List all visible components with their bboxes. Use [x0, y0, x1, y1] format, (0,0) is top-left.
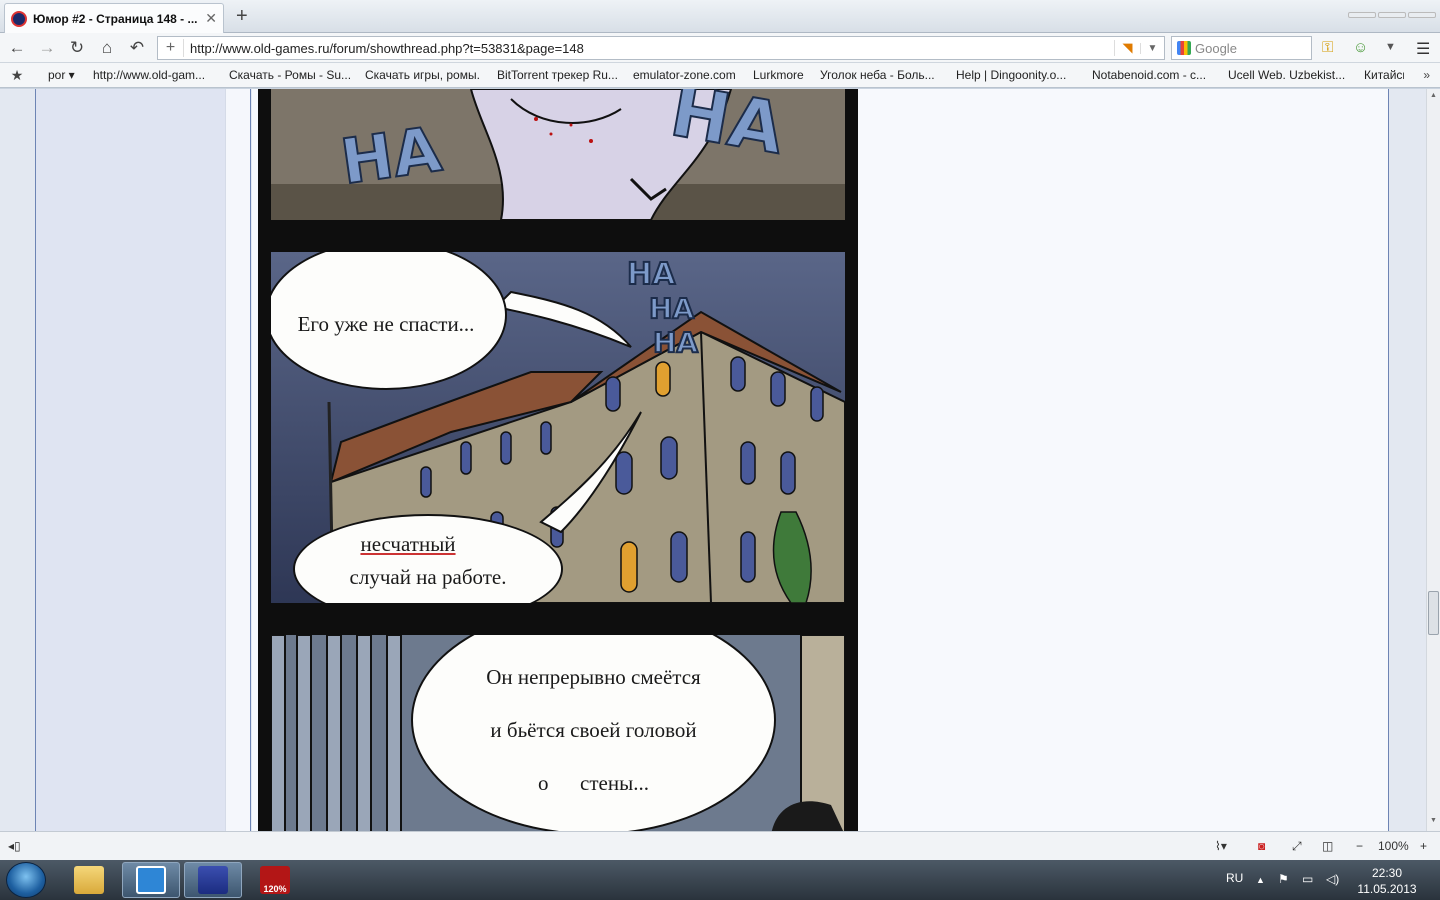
- undo-icon[interactable]: ↶: [126, 37, 148, 59]
- bookmark-item[interactable]: Китайскі: [1364, 68, 1404, 82]
- taskbar-app-save[interactable]: [184, 862, 242, 898]
- taskbar: 120% RU ▲ ⚑ ▭ ◁) 22:30 11.05.2013: [0, 860, 1440, 900]
- bubble-text: о стены...: [538, 770, 649, 795]
- taskbar-app-acrobat[interactable]: 120%: [246, 862, 304, 898]
- window-controls: [1348, 12, 1436, 18]
- sfx-text: HA: [652, 325, 699, 360]
- close-tab-icon[interactable]: ✕: [205, 10, 217, 27]
- forum-column-gap: [225, 89, 251, 831]
- status-bar: ◂▯ ⌇▾ ◙ ⤢ ◫ − 100% +: [0, 831, 1440, 860]
- bookmark-item[interactable]: por ▾: [48, 68, 93, 82]
- show-hidden-icons-icon[interactable]: ▲: [1256, 875, 1265, 885]
- maxthon-icon: [136, 866, 166, 894]
- new-tab-button[interactable]: +: [236, 5, 248, 28]
- clock-time: 22:30: [1371, 866, 1403, 880]
- system-clock[interactable]: 22:30 11.05.2013: [1352, 865, 1422, 897]
- download-icon[interactable]: ▼: [1385, 41, 1396, 53]
- close-window-button[interactable]: [1408, 12, 1436, 18]
- menu-icon[interactable]: ☰: [1416, 39, 1430, 59]
- zoom-in-button[interactable]: +: [1420, 839, 1427, 853]
- more-bookmarks-icon[interactable]: »: [1423, 68, 1430, 82]
- site-favicon-icon: [11, 10, 27, 27]
- page-content: HA HA HA HA HA Его уже не спасти... несч…: [0, 89, 1426, 831]
- volume-icon[interactable]: ◁): [1326, 872, 1339, 886]
- comic-panel-2: HA HA HA Его уже не спасти... несчатный …: [271, 252, 845, 603]
- bookmark-item[interactable]: BitTorrent трекер Ru...: [497, 68, 633, 82]
- split-view-icon[interactable]: ◫: [1322, 839, 1333, 853]
- reload-icon[interactable]: ↻: [66, 37, 88, 59]
- bubble-text: и бьётся своей головой: [490, 717, 697, 742]
- action-center-flag-icon[interactable]: ⚑: [1278, 872, 1289, 886]
- star-icon[interactable]: ★: [0, 67, 34, 84]
- bookmark-item[interactable]: Ucell Web. Uzbekist...: [1228, 68, 1364, 82]
- bookmark-item[interactable]: Уголок неба - Боль...: [820, 68, 956, 82]
- sfx-text: HA: [626, 256, 676, 293]
- vertical-scrollbar[interactable]: ▲ ▼: [1426, 89, 1440, 831]
- bubble-text: Он непрерывно смеётся: [486, 664, 701, 689]
- scrollbar-thumb[interactable]: [1428, 591, 1439, 635]
- search-box[interactable]: Google: [1171, 36, 1312, 60]
- sidebar-toggle-icon[interactable]: ◂▯: [8, 839, 21, 853]
- minimize-button[interactable]: [1348, 12, 1376, 18]
- scroll-up-icon[interactable]: ▲: [1430, 92, 1437, 99]
- bookmark-item[interactable]: Notabenoid.com - с...: [1092, 68, 1228, 82]
- rss-icon[interactable]: ◥: [1114, 40, 1140, 56]
- bookmark-item[interactable]: http://www.old-gam...: [93, 68, 229, 82]
- bubble-text: случай на работе.: [349, 565, 507, 589]
- chevron-down-icon[interactable]: ▼: [1140, 42, 1164, 54]
- taskbar-app-explorer[interactable]: [60, 862, 118, 898]
- sfx-text: HA: [648, 291, 695, 326]
- account-icon[interactable]: ☺: [1353, 39, 1368, 56]
- start-button[interactable]: [6, 862, 46, 898]
- comic-panel-3: Он непрерывно смеётся и бьётся своей гол…: [271, 635, 845, 831]
- google-icon[interactable]: [1177, 41, 1191, 55]
- zoom-out-button[interactable]: −: [1356, 839, 1363, 853]
- add-icon[interactable]: +: [158, 39, 184, 57]
- language-indicator[interactable]: RU: [1226, 871, 1243, 885]
- home-icon[interactable]: ⌂: [96, 37, 118, 59]
- divider: [1388, 89, 1389, 831]
- speed-icon[interactable]: ⌇▾: [1215, 839, 1227, 853]
- scroll-down-icon[interactable]: ▼: [1430, 817, 1437, 824]
- tab-bar: Юмор #2 - Страница 148 - ... ✕ +: [0, 0, 1440, 33]
- floppy-icon: [198, 866, 228, 894]
- comic-panel-1: HA HA: [271, 89, 845, 220]
- sfx-text: HA: [335, 111, 446, 199]
- maximize-button[interactable]: [1378, 12, 1406, 18]
- bookmark-item[interactable]: Скачать игры, ромы.: [365, 68, 497, 82]
- folder-icon: [74, 866, 104, 894]
- bookmark-item[interactable]: emulator-zone.com: [633, 68, 753, 82]
- zoom-level[interactable]: 100%: [1378, 839, 1409, 853]
- comic-image: HA HA HA HA HA Его уже не спасти... несч…: [258, 89, 858, 831]
- forum-user-sidebar: [36, 89, 225, 831]
- speech-bubble: Он непрерывно смеётся и бьётся своей гол…: [411, 635, 776, 831]
- taskbar-app-maxthon[interactable]: [122, 862, 180, 898]
- tab-title: Юмор #2 - Страница 148 - ...: [33, 11, 198, 26]
- address-bar[interactable]: + http://www.old-games.ru/forum/showthre…: [157, 36, 1165, 60]
- browser-tab[interactable]: Юмор #2 - Страница 148 - ... ✕: [4, 3, 224, 33]
- url-field[interactable]: http://www.old-games.ru/forum/showthread…: [184, 41, 1114, 56]
- fullscreen-icon[interactable]: ⤢: [1292, 839, 1302, 854]
- bookmark-item[interactable]: Скачать - Ромы - Su...: [229, 68, 365, 82]
- navigation-bar: ← → ↻ ⌂ ↶ + http://www.old-games.ru/foru…: [0, 33, 1440, 63]
- clock-date: 11.05.2013: [1357, 882, 1417, 896]
- back-icon[interactable]: ←: [6, 37, 28, 59]
- screenshot-icon[interactable]: ◙: [1258, 839, 1265, 853]
- bubble-text: Его уже не спасти...: [297, 311, 475, 336]
- bookmarks-bar: ★ por ▾ http://www.old-gam... Скачать - …: [0, 63, 1440, 88]
- key-icon[interactable]: ⚿: [1322, 39, 1333, 56]
- bubble-text: несчатный: [360, 532, 456, 556]
- search-input[interactable]: Google: [1195, 41, 1237, 56]
- bookmark-item[interactable]: Help | Dingoonity.o...: [956, 68, 1092, 82]
- bookmark-item[interactable]: Lurkmore: [753, 68, 820, 82]
- acrobat-icon: 120%: [260, 866, 290, 894]
- forward-icon[interactable]: →: [36, 37, 58, 59]
- network-icon[interactable]: ▭: [1302, 872, 1313, 886]
